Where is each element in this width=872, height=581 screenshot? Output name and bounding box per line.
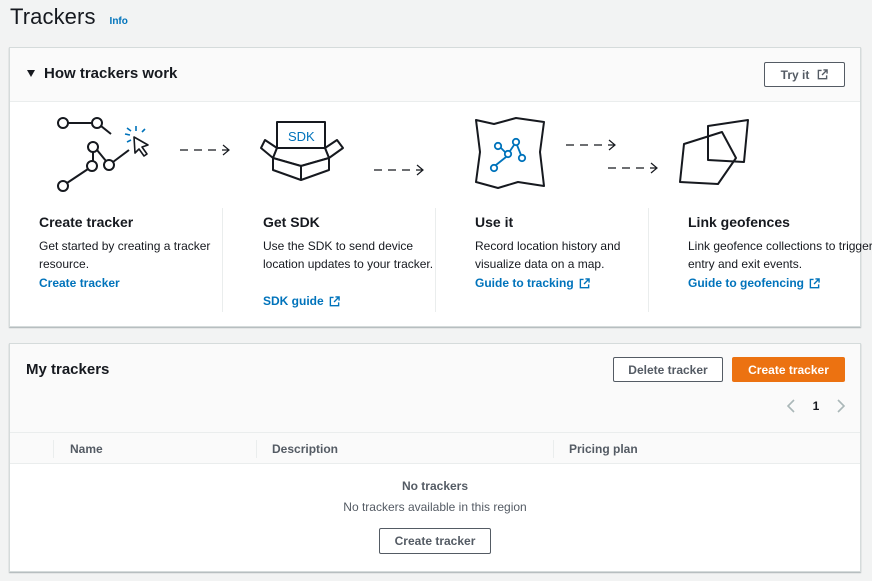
table-header: Name Description Pricing plan [10,432,860,464]
step-description: Record location history and visualize da… [475,239,621,271]
step-title: Use it [475,214,514,230]
how-trackers-work-panel: How trackers work Try it Create tracker … [9,47,872,327]
dashed-arrow-icon [374,164,424,176]
map-route-icon [475,117,545,189]
step-divider [222,208,223,312]
try-it-label: Try it [780,67,810,82]
info-link[interactable]: Info [110,16,128,27]
step-use-it: Use it Record location history and visua… [465,102,665,326]
step-divider [648,208,649,312]
step-description: Link geofence collections to trigger ent… [688,239,872,271]
step-description: Use the SDK to send device location upda… [263,239,434,271]
delete-tracker-button[interactable]: Delete tracker [613,357,723,382]
tracker-cursor-icon [57,117,149,192]
my-trackers-panel: My trackers Delete tracker Create tracke… [9,343,861,572]
sdk-guide-link[interactable]: SDK guide [263,294,340,308]
create-tracker-link[interactable]: Create tracker [39,276,120,290]
page-title: Trackers [10,4,96,29]
external-link-icon [818,69,829,80]
chevron-right-icon[interactable] [836,399,846,413]
guide-to-tracking-link[interactable]: Guide to tracking [475,276,590,290]
step-title: Link geofences [688,214,790,230]
dashed-arrow-icon [608,162,658,174]
create-tracker-button[interactable]: Create tracker [732,357,845,382]
dashed-arrow-icon [180,144,230,156]
steps-row: Create tracker Get started by creating a… [10,102,872,326]
empty-state-description: No trackers available in this region [343,500,527,514]
how-panel-header: How trackers work Try it [10,48,860,102]
column-divider [553,440,554,458]
chevron-left-icon[interactable] [786,399,796,413]
empty-state-title: No trackers [401,479,469,493]
step-description: Get started by creating a tracker resour… [39,239,211,271]
pagination: 1 [786,398,846,414]
step-get-sdk: SDK Get SDK Use the SDK to send device l… [253,102,453,326]
link-label: Create tracker [39,276,120,290]
trackers-header: My trackers Delete tracker Create tracke… [10,344,860,432]
external-link-icon [329,295,340,306]
try-it-button[interactable]: Try it [764,62,845,87]
link-label: Guide to geofencing [688,276,804,290]
column-name[interactable]: Name [70,442,103,456]
geofence-shapes-icon [679,119,749,185]
step-create-tracker: Create tracker Get started by creating a… [39,102,239,326]
trackers-title: My trackers [26,361,110,378]
dashed-arrow-icon [566,139,616,151]
column-divider [53,440,54,458]
step-link-geofences: Link geofences Link geofence collections… [678,102,872,326]
step-title: Get SDK [263,214,320,230]
column-description[interactable]: Description [272,442,338,456]
external-link-icon [579,277,590,288]
page-header: Trackers Info [10,4,128,32]
link-label: SDK guide [263,294,324,308]
column-pricing-plan[interactable]: Pricing plan [569,442,638,456]
page-number[interactable]: 1 [813,399,820,413]
guide-to-geofencing-link[interactable]: Guide to geofencing [688,276,820,290]
external-link-icon [809,277,820,288]
step-title: Create tracker [39,214,134,230]
how-panel-title[interactable]: How trackers work [44,65,177,82]
link-label: Guide to tracking [475,276,574,290]
step-divider [435,208,436,312]
caret-down-icon[interactable] [27,70,35,77]
column-divider [256,440,257,458]
empty-create-tracker-button[interactable]: Create tracker [379,528,491,554]
sdk-icon-text: SDK [288,129,315,144]
